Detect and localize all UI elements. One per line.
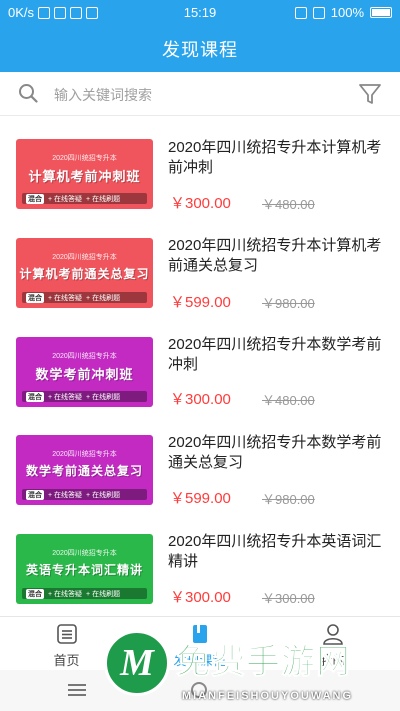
watermark-logo: M	[104, 630, 170, 696]
course-thumbnail[interactable]: 2020四川统招专升本 数学考前通关总复习 混合 + 在线答疑 + 在线刷题	[16, 435, 153, 505]
course-thumbnail[interactable]: 2020四川统招专升本 数学考前冲刺班 混合 + 在线答疑 + 在线刷题	[16, 337, 153, 407]
course-item[interactable]: 2020四川统招专升本 数学考前冲刺班 混合 + 在线答疑 + 在线刷题 202…	[0, 316, 400, 415]
filter-icon[interactable]	[358, 82, 382, 106]
course-list: 2020四川统招专升本 计算机考前冲刺班 混合 + 在线答疑 + 在线刷题 20…	[0, 118, 400, 616]
thumbnail-subtitle: 2020四川统招专升本	[52, 353, 117, 360]
thumbnail-tag-extra: + 在线答疑	[48, 393, 83, 401]
status-right: 100%	[294, 5, 392, 20]
thumbnail-subtitle: 2020四川统招专升本	[52, 550, 117, 557]
course-price: ￥599.00	[170, 490, 231, 507]
thumbnail-tag: 混合	[26, 489, 44, 500]
thumbnail-tag-extra: + 在线答疑	[48, 294, 83, 302]
thumbnail-title: 计算机考前通关总复习	[19, 267, 150, 281]
thumbnail-tag: 混合	[26, 292, 44, 303]
thumbnail-title: 计算机考前冲刺班	[28, 169, 141, 184]
thumbnail-tags: 混合 + 在线答疑 + 在线刷题	[22, 292, 147, 303]
course-thumbnail[interactable]: 2020四川统招专升本 计算机考前冲刺班 混合 + 在线答疑 + 在线刷题	[16, 139, 153, 209]
thumbnail-subtitle: 2020四川统招专升本	[52, 155, 117, 162]
course-title[interactable]: 2020年四川统招专升本数学考前通关总复习	[168, 433, 390, 473]
watermark: M 免费手游网 MIANFEISHOUYOUWANG	[104, 630, 400, 711]
wifi-icon	[312, 6, 325, 19]
home-list-icon	[57, 624, 77, 644]
course-original-price: ￥300.00	[262, 591, 315, 606]
battery-percent: 100%	[330, 5, 364, 20]
app-header: 发现课程	[0, 26, 400, 72]
course-thumbnail[interactable]: 2020四川统招专升本 计算机考前通关总复习 混合 + 在线答疑 + 在线刷题	[16, 238, 153, 308]
course-item[interactable]: 2020四川统招专升本 计算机考前通关总复习 混合 + 在线答疑 + 在线刷题 …	[0, 217, 400, 316]
course-item[interactable]: 2020四川统招专升本 英语专升本词汇精讲 混合 + 在线答疑 + 在线刷题 2…	[0, 514, 400, 613]
thumbnail-tags: 混合 + 在线答疑 + 在线刷题	[22, 489, 147, 500]
thumbnail-tag: 混合	[26, 193, 44, 204]
watermark-subtext: MIANFEISHOUYOUWANG	[182, 690, 354, 702]
alarm-off-icon	[294, 6, 307, 19]
course-title[interactable]: 2020年四川统招专升本英语词汇精讲	[168, 532, 390, 572]
course-thumbnail[interactable]: 2020四川统招专升本 英语专升本词汇精讲 混合 + 在线答疑 + 在线刷题	[16, 534, 153, 604]
course-title[interactable]: 2020年四川统招专升本计算机考前通关总复习	[168, 236, 390, 276]
course-price: ￥599.00	[170, 294, 231, 311]
thumbnail-title: 数学考前通关总复习	[25, 464, 143, 478]
battery-icon	[370, 7, 392, 18]
thumbnail-tag-extra: + 在线刷题	[86, 491, 121, 499]
watermark-text: 免费手游网	[176, 643, 351, 682]
menu-icon[interactable]	[68, 684, 86, 696]
course-title[interactable]: 2020年四川统招专升本数学考前冲刺	[168, 335, 390, 375]
thumbnail-subtitle: 2020四川统招专升本	[52, 451, 117, 458]
thumbnail-tag-extra: + 在线答疑	[48, 590, 83, 598]
search-bar	[0, 72, 400, 116]
status-bar: 0K/s 15:19 100%	[0, 0, 400, 26]
course-price: ￥300.00	[170, 195, 231, 212]
thumbnail-tag-extra: + 在线答疑	[48, 195, 83, 203]
course-item[interactable]: 2020四川统招专升本 计算机考前冲刺班 混合 + 在线答疑 + 在线刷题 20…	[0, 118, 400, 217]
thumbnail-tags: 混合 + 在线答疑 + 在线刷题	[22, 588, 147, 599]
course-title[interactable]: 2020年四川统招专升本计算机考前冲刺	[168, 138, 390, 178]
thumbnail-tag-extra: + 在线刷题	[86, 294, 121, 302]
thumbnail-tags: 混合 + 在线答疑 + 在线刷题	[22, 391, 147, 402]
thumbnail-subtitle: 2020四川统招专升本	[52, 254, 117, 261]
thumbnail-title: 数学考前冲刺班	[35, 367, 134, 382]
thumbnail-tag: 混合	[26, 391, 44, 402]
thumbnail-tags: 混合 + 在线答疑 + 在线刷题	[22, 193, 147, 204]
thumbnail-tag-extra: + 在线刷题	[86, 590, 121, 598]
course-original-price: ￥480.00	[262, 197, 315, 212]
thumbnail-title: 英语专升本词汇精讲	[25, 563, 143, 577]
course-original-price: ￥480.00	[262, 393, 315, 408]
course-item[interactable]: 2020四川统招专升本 数学考前通关总复习 混合 + 在线答疑 + 在线刷题 2…	[0, 415, 400, 514]
course-price: ￥300.00	[170, 589, 231, 606]
thumbnail-tag-extra: + 在线刷题	[86, 195, 121, 203]
thumbnail-tag-extra: + 在线答疑	[48, 491, 83, 499]
thumbnail-tag-extra: + 在线刷题	[86, 393, 121, 401]
thumbnail-tag: 混合	[26, 588, 44, 599]
course-original-price: ￥980.00	[262, 296, 315, 311]
course-original-price: ￥980.00	[262, 492, 315, 507]
search-icon[interactable]	[18, 83, 38, 103]
page-title: 发现课程	[162, 40, 238, 60]
course-price: ￥300.00	[170, 391, 231, 408]
search-input[interactable]	[52, 82, 336, 108]
